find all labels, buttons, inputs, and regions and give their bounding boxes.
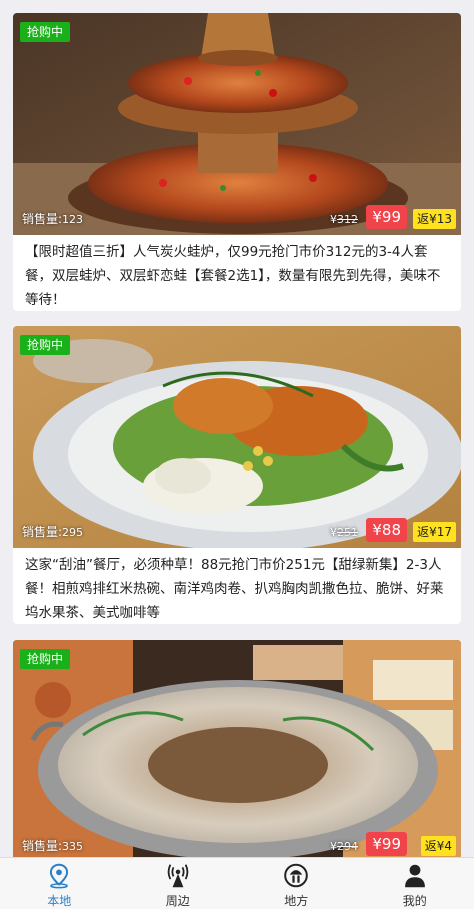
original-price: ¥294 bbox=[330, 840, 358, 853]
deal-card[interactable]: 抢购中 销售量:295 ¥251 ¥88 返¥17 这家“刮油”餐厅，必须种草！… bbox=[13, 326, 461, 624]
original-price: ¥251 bbox=[330, 526, 358, 539]
deal-title[interactable]: 【限时超值三折】人气炭火蛙炉，仅99元抢门市价312元的3-4人套餐，双层蛙炉、… bbox=[13, 235, 461, 311]
deal-feed[interactable]: 抢购中 销售量:123 ¥312 ¥99 返¥13 【限时超值三折】人气炭火蛙炉… bbox=[0, 0, 474, 857]
original-price: ¥312 bbox=[330, 213, 358, 226]
deal-price: ¥88 bbox=[366, 518, 407, 542]
sales-count: 销售量:335 bbox=[22, 839, 84, 853]
tab-label: 本地 bbox=[47, 894, 72, 908]
hat-face-icon bbox=[284, 863, 309, 888]
tab-label: 我的 bbox=[402, 894, 427, 908]
deal-card[interactable]: 抢购中 销售量:123 ¥312 ¥99 返¥13 【限时超值三折】人气炭火蛙炉… bbox=[13, 13, 461, 311]
bottom-tab-bar: 本地 周边 地方 我的 bbox=[0, 857, 474, 909]
deal-status-tag: 抢购中 bbox=[20, 335, 71, 355]
deal-price: ¥99 bbox=[366, 205, 407, 229]
deal-status-tag: 抢购中 bbox=[20, 22, 71, 42]
location-pin-icon bbox=[50, 863, 69, 889]
sales-count: 销售量:295 bbox=[22, 525, 84, 539]
deal-status-tag: 抢购中 bbox=[20, 649, 71, 669]
deal-photo-soup-pot bbox=[13, 640, 461, 857]
radio-tower-icon bbox=[167, 864, 189, 888]
deal-image[interactable]: 抢购中 销售量:295 ¥251 ¥88 返¥17 bbox=[13, 326, 461, 548]
user-icon bbox=[404, 864, 425, 888]
tab-region[interactable]: 地方 bbox=[237, 858, 356, 909]
rebate-badge: 返¥13 bbox=[413, 209, 456, 229]
deal-image[interactable]: 抢购中 销售量:123 ¥312 ¥99 返¥13 bbox=[13, 13, 461, 235]
rebate-badge: 返¥17 bbox=[413, 522, 456, 542]
tab-mine[interactable]: 我的 bbox=[356, 858, 474, 909]
sales-count: 销售量:123 bbox=[22, 212, 84, 226]
tab-nearby[interactable]: 周边 bbox=[119, 858, 238, 909]
deal-photo-frog-hotpot bbox=[13, 13, 461, 235]
rebate-badge: 返¥4 bbox=[420, 836, 456, 856]
deal-card[interactable]: 抢购中 销售量:335 ¥294 ¥99 返¥4 bbox=[13, 640, 461, 857]
tab-local[interactable]: 本地 bbox=[0, 858, 119, 909]
deal-image[interactable]: 抢购中 销售量:335 ¥294 ¥99 返¥4 bbox=[13, 640, 461, 857]
tab-label: 地方 bbox=[284, 894, 309, 908]
deal-price: ¥99 bbox=[366, 832, 407, 856]
deal-title[interactable]: 这家“刮油”餐厅，必须种草！88元抢门市价251元【甜绿新集】2-3人餐！相煎鸡… bbox=[13, 548, 461, 624]
tab-label: 周边 bbox=[165, 894, 190, 908]
deal-photo-salad-bowl bbox=[13, 326, 461, 548]
